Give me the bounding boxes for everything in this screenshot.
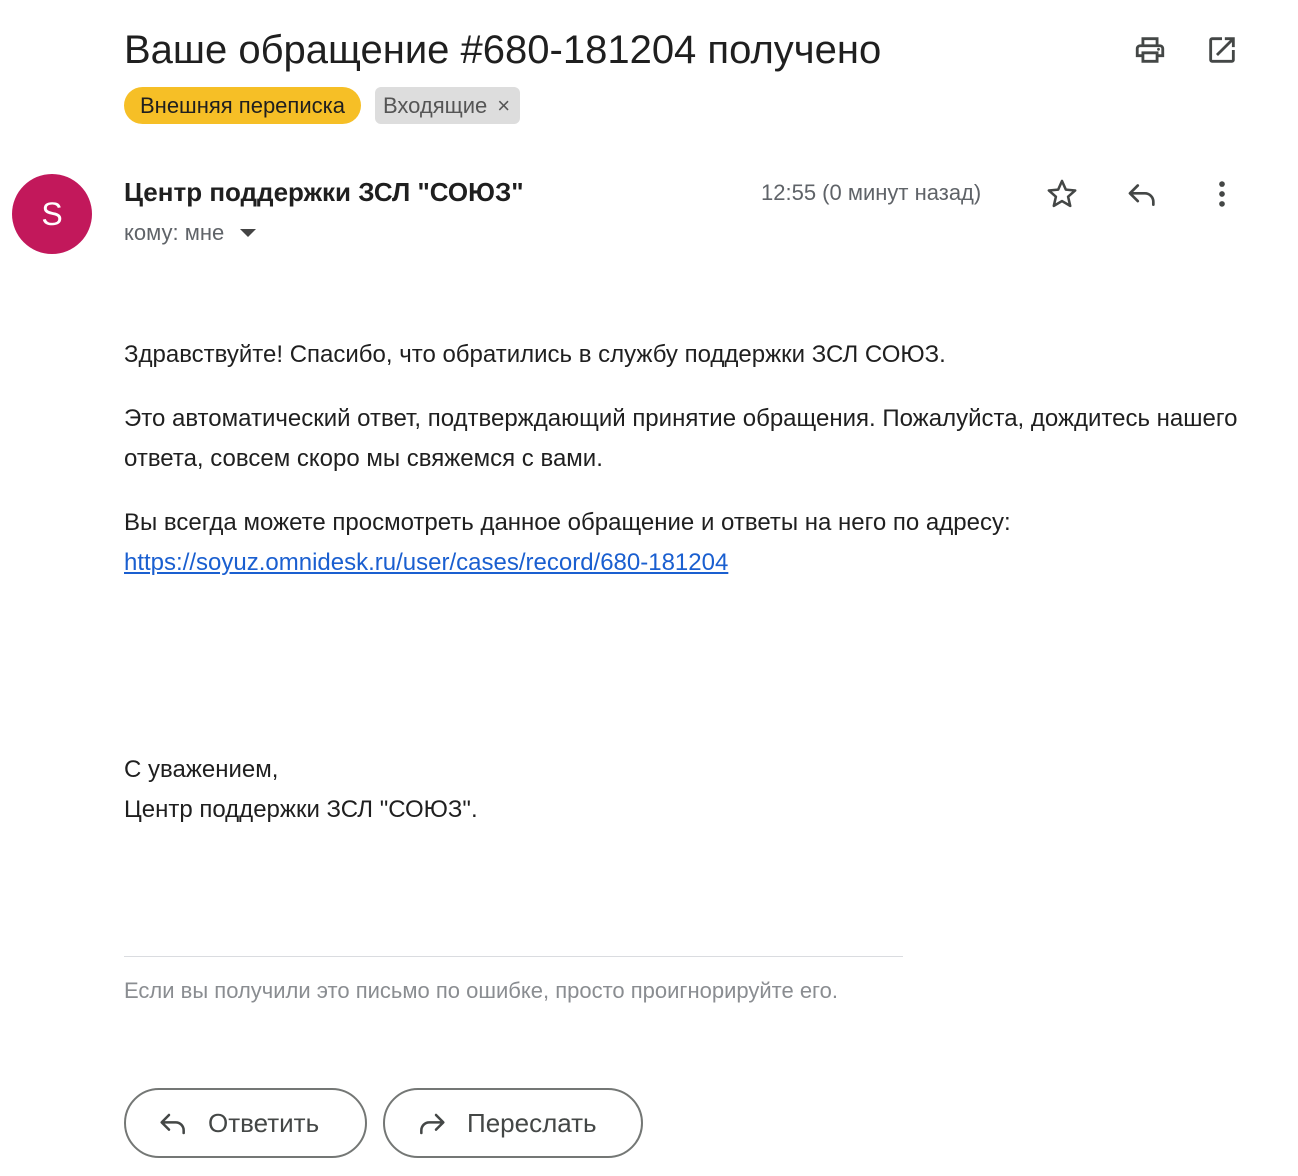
avatar[interactable]: S bbox=[12, 174, 92, 254]
forward-button[interactable]: Переслать bbox=[383, 1088, 643, 1158]
label-external-correspondence[interactable]: Внешняя переписка bbox=[124, 87, 361, 124]
body-closing: С уважением, Центр поддержки ЗСЛ "СОЮЗ". bbox=[124, 750, 1264, 830]
label-inbox-text: Входящие bbox=[382, 92, 488, 118]
case-link[interactable]: https://soyuz.omnidesk.ru/user/cases/rec… bbox=[124, 549, 728, 576]
more-options-button[interactable] bbox=[1204, 176, 1240, 212]
email-subject: Ваше обращение #680-181204 получено bbox=[124, 28, 882, 72]
reply-button-label: Ответить bbox=[208, 1107, 320, 1138]
view-note-text: Вы всегда можете просмотреть данное обра… bbox=[124, 509, 1011, 536]
forward-button-label: Переслать bbox=[467, 1107, 597, 1138]
body-greeting: Здравствуйте! Спасибо, что обратились в … bbox=[124, 341, 946, 368]
open-in-new-window-button[interactable] bbox=[1204, 32, 1240, 68]
remove-label-button[interactable]: × bbox=[497, 93, 510, 119]
closing-text: С уважением, bbox=[124, 756, 279, 783]
star-icon bbox=[1047, 179, 1077, 208]
body-auto-reply: Это автоматический ответ, подтверждающий… bbox=[124, 405, 1238, 472]
recipient-text: кому: мне bbox=[124, 220, 225, 245]
star-button[interactable] bbox=[1044, 176, 1080, 212]
label-list: Внешняя переписка Входящие × bbox=[124, 87, 521, 124]
print-button[interactable] bbox=[1132, 32, 1168, 68]
footer-note: Если вы получили это письмо по ошибке, п… bbox=[124, 978, 838, 1003]
sender-name[interactable]: Центр поддержки ЗСЛ "СОЮЗ" bbox=[124, 177, 524, 208]
more-vertical-icon bbox=[1219, 181, 1225, 207]
reply-icon bbox=[1128, 184, 1155, 206]
print-icon bbox=[1135, 37, 1165, 63]
forward-icon bbox=[415, 1106, 449, 1140]
reply-button[interactable]: Ответить bbox=[124, 1088, 367, 1158]
reply-icon bbox=[156, 1106, 190, 1140]
signature-text: Центр поддержки ЗСЛ "СОЮЗ". bbox=[124, 796, 478, 823]
footer-divider bbox=[124, 956, 903, 957]
reply-header-button[interactable] bbox=[1124, 176, 1160, 212]
open-in-new-window-icon bbox=[1209, 37, 1235, 63]
label-inbox[interactable]: Входящие × bbox=[374, 87, 521, 124]
email-timestamp: 12:55 (0 минут назад) bbox=[761, 180, 982, 205]
recipient-line: кому: мне bbox=[124, 220, 257, 246]
body-view-note: Вы всегда можете просмотреть данное обра… bbox=[124, 503, 1264, 583]
chevron-down-icon[interactable] bbox=[240, 229, 257, 237]
